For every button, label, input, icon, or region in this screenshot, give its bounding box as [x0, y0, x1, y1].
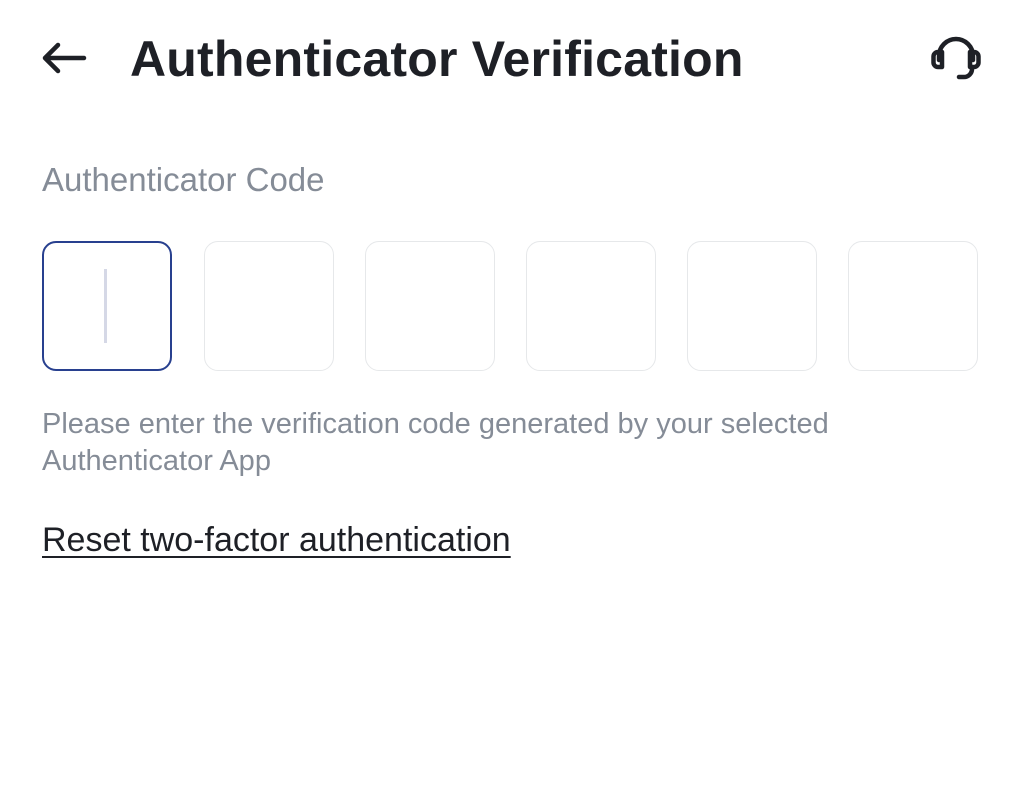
code-digit-6-input[interactable]	[848, 241, 978, 371]
code-digit-4-input[interactable]	[526, 241, 656, 371]
helper-text: Please enter the verification code gener…	[42, 408, 829, 477]
support-button[interactable]	[928, 34, 984, 86]
page-title: Authenticator Verification	[130, 31, 744, 87]
headset-icon	[930, 34, 982, 87]
authenticator-verification-screen: Authenticator Verification Authenticator…	[0, 0, 1024, 800]
code-input-group	[42, 241, 982, 375]
reset-2fa-link[interactable]: Reset two-factor authentication	[42, 518, 511, 562]
arrow-left-icon	[40, 42, 88, 79]
authenticator-code-label: Authenticator Code	[42, 161, 325, 198]
code-digit-5-input[interactable]	[687, 241, 817, 371]
text-cursor	[104, 269, 107, 343]
header: Authenticator Verification	[0, 0, 1024, 120]
back-button[interactable]	[38, 34, 90, 86]
code-digit-1-input[interactable]	[42, 241, 172, 371]
code-digit-2-input[interactable]	[204, 241, 334, 371]
code-digit-3-input[interactable]	[365, 241, 495, 371]
